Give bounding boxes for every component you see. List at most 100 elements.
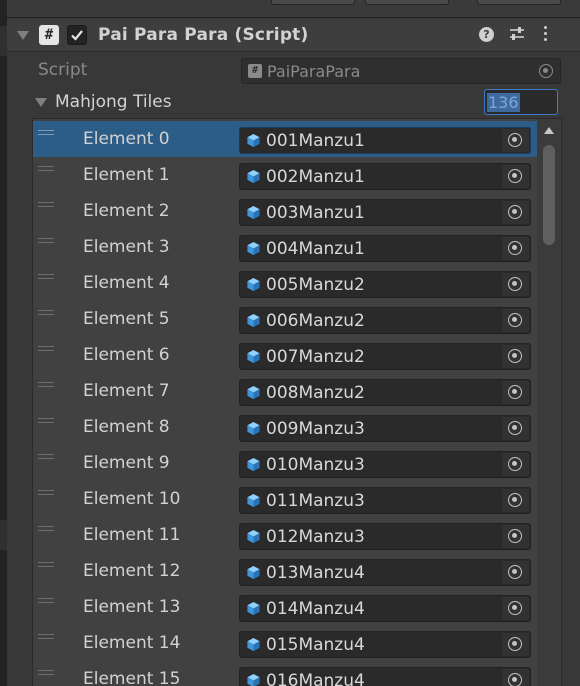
object-picker-icon[interactable] — [508, 565, 522, 579]
list-item[interactable]: Element 10 011Manzu3 — [33, 481, 537, 517]
drag-handle-icon[interactable] — [38, 166, 54, 172]
drag-handle-icon[interactable] — [38, 634, 54, 640]
sliders-icon[interactable] — [509, 26, 525, 42]
fold-arrow-icon[interactable] — [17, 31, 29, 40]
element-label: Element 14 — [83, 633, 181, 653]
element-label: Element 12 — [83, 561, 181, 581]
drag-handle-icon[interactable] — [38, 274, 54, 280]
prefab-cube-icon — [247, 349, 260, 364]
object-field[interactable]: 009Manzu3 — [239, 415, 531, 442]
object-picker-icon[interactable] — [508, 673, 522, 686]
list-item[interactable]: Element 15 016Manzu4 — [33, 661, 537, 686]
list-item[interactable]: Element 4 005Manzu2 — [33, 265, 537, 301]
drag-handle-icon[interactable] — [38, 238, 54, 244]
object-picker-icon[interactable] — [508, 169, 522, 183]
object-field[interactable]: 014Manzu4 — [239, 595, 531, 622]
element-label: Element 4 — [83, 273, 170, 293]
object-field-value: 012Manzu3 — [266, 527, 365, 547]
element-label: Element 9 — [83, 453, 170, 473]
drag-handle-icon[interactable] — [38, 490, 54, 496]
object-field[interactable]: 016Manzu4 — [239, 667, 531, 686]
list-item[interactable]: Element 11 012Manzu3 — [33, 517, 537, 553]
object-field[interactable]: 002Manzu1 — [239, 163, 531, 190]
object-field[interactable]: 015Manzu4 — [239, 631, 531, 658]
object-picker-icon[interactable] — [508, 457, 522, 471]
scroll-up-arrow-icon[interactable] — [544, 127, 554, 134]
drag-handle-icon[interactable] — [38, 526, 54, 532]
element-label: Element 10 — [83, 489, 181, 509]
component-header[interactable]: # Pai Para Para (Script) ? — [7, 19, 580, 52]
script-label: Script — [38, 60, 88, 80]
object-field[interactable]: 006Manzu2 — [239, 307, 531, 334]
list-fold-arrow-icon[interactable] — [35, 98, 47, 107]
element-label: Element 5 — [83, 309, 170, 329]
object-field[interactable]: 008Manzu2 — [239, 379, 531, 406]
list-item[interactable]: Element 14 015Manzu4 — [33, 625, 537, 661]
object-picker-icon[interactable] — [508, 313, 522, 327]
object-picker-icon[interactable] — [508, 421, 522, 435]
drag-handle-icon[interactable] — [38, 130, 54, 136]
list-item[interactable]: Element 3 004Manzu1 — [33, 229, 537, 265]
object-picker-icon[interactable] — [508, 385, 522, 399]
list-item[interactable]: Element 5 006Manzu2 — [33, 301, 537, 337]
list-item[interactable]: Element 7 008Manzu2 — [33, 373, 537, 409]
toolbar-button[interactable] — [477, 0, 561, 5]
object-picker-icon[interactable] — [508, 277, 522, 291]
prefab-cube-icon — [247, 637, 260, 652]
question-icon[interactable]: ? — [479, 27, 494, 42]
drag-handle-icon[interactable] — [38, 454, 54, 460]
element-label: Element 15 — [83, 669, 181, 686]
toolbar-button[interactable] — [271, 0, 355, 5]
vertical-scrollbar[interactable] — [537, 119, 561, 686]
object-field[interactable]: 013Manzu4 — [239, 559, 531, 586]
drag-handle-icon[interactable] — [38, 562, 54, 568]
object-field[interactable]: 012Manzu3 — [239, 523, 531, 550]
object-field[interactable]: 005Manzu2 — [239, 271, 531, 298]
object-field[interactable]: 003Manzu1 — [239, 199, 531, 226]
list-item[interactable]: Element 13 014Manzu4 — [33, 589, 537, 625]
list-item[interactable]: Element 6 007Manzu2 — [33, 337, 537, 373]
object-field[interactable]: 010Manzu3 — [239, 451, 531, 478]
object-picker-icon[interactable] — [508, 493, 522, 507]
script-hash-icon: # — [39, 25, 59, 45]
kebab-menu-icon[interactable] — [541, 26, 549, 44]
drag-handle-icon[interactable] — [38, 670, 54, 676]
list-item[interactable]: Element 2 003Manzu1 — [33, 193, 537, 229]
list-item[interactable]: Element 0 001Manzu1 — [33, 121, 537, 157]
object-picker-icon[interactable] — [508, 241, 522, 255]
script-file-icon: # — [248, 64, 262, 78]
object-picker-icon[interactable] — [508, 601, 522, 615]
object-field-value: 015Manzu4 — [266, 635, 365, 655]
scrollbar-thumb[interactable] — [543, 145, 555, 245]
list-size-field[interactable]: 136 — [484, 89, 558, 115]
object-field[interactable]: 007Manzu2 — [239, 343, 531, 370]
object-picker-icon[interactable] — [508, 529, 522, 543]
object-picker-icon[interactable] — [508, 205, 522, 219]
list-item[interactable]: Element 8 009Manzu3 — [33, 409, 537, 445]
list-item[interactable]: Element 1 002Manzu1 — [33, 157, 537, 193]
script-field[interactable]: # PaiParaPara — [241, 58, 561, 84]
object-field[interactable]: 004Manzu1 — [239, 235, 531, 262]
drag-handle-icon[interactable] — [38, 598, 54, 604]
drag-handle-icon[interactable] — [38, 382, 54, 388]
object-picker-icon[interactable] — [508, 133, 522, 147]
object-field[interactable]: 011Manzu3 — [239, 487, 531, 514]
drag-handle-icon[interactable] — [38, 346, 54, 352]
drag-handle-icon[interactable] — [38, 202, 54, 208]
object-picker-icon[interactable] — [508, 637, 522, 651]
inspector-panel: # Pai Para Para (Script) ? Script # PaiP… — [7, 0, 580, 686]
prefab-cube-icon — [247, 205, 260, 220]
component-enabled-checkbox[interactable] — [67, 25, 87, 45]
object-field-value: 009Manzu3 — [266, 419, 365, 439]
prefab-cube-icon — [247, 493, 260, 508]
element-label: Element 2 — [83, 201, 170, 221]
list-item[interactable]: Element 9 010Manzu3 — [33, 445, 537, 481]
list-item[interactable]: Element 12 013Manzu4 — [33, 553, 537, 589]
drag-handle-icon[interactable] — [38, 310, 54, 316]
object-field[interactable]: 001Manzu1 — [239, 127, 531, 154]
toolbar-button[interactable] — [365, 0, 449, 5]
object-picker-icon[interactable] — [508, 349, 522, 363]
prefab-cube-icon — [247, 457, 260, 472]
drag-handle-icon[interactable] — [38, 418, 54, 424]
object-picker-icon[interactable] — [539, 64, 553, 78]
